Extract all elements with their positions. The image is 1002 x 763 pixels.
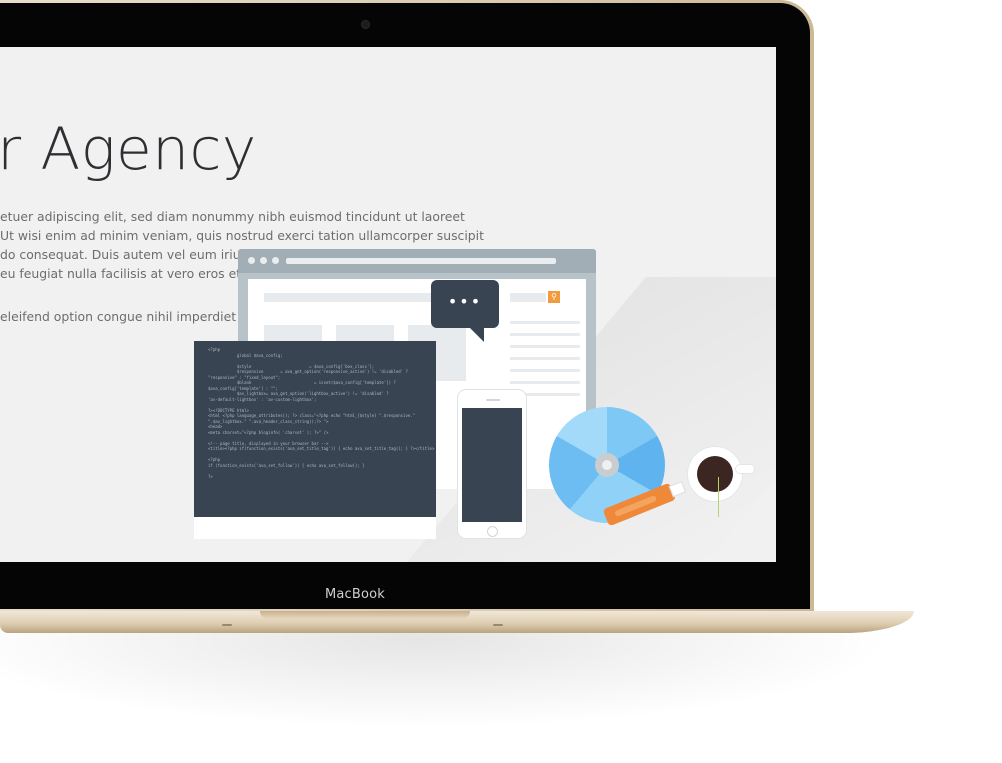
window-dot-icon [260,257,267,264]
hero-illustration: ⚲ <?php global $ava_config; $style = $av… [0,47,776,562]
spoon-icon [718,477,719,517]
window-dot-icon [248,257,255,264]
search-field-graphic [510,293,546,302]
text-line-graphic [510,369,580,372]
phone-home-button [487,526,498,537]
code-editor-graphic: <?php global $ava_config; $style = $ava_… [194,341,436,537]
laptop-foot [222,624,232,626]
smartphone-graphic [457,389,527,539]
text-line-graphic [510,357,580,360]
laptop-notch [260,611,470,619]
webcam-icon [362,21,369,28]
disc-hole [602,460,612,470]
coffee-cup-icon [688,447,754,501]
coffee [697,456,733,492]
monitor-base-graphic [194,517,436,539]
laptop-foot [493,624,503,626]
laptop-screen: ur Agency etuer adipiscing elit, sed dia… [0,47,776,562]
window-dot-icon [272,257,279,264]
browser-url-bar [286,258,556,264]
text-line-graphic [510,333,580,336]
brand-text: MacBook [324,587,386,602]
text-line-graphic [510,381,580,384]
text-line-graphic [510,321,580,324]
phone-screen [462,408,522,522]
ellipsis-icon: ••• [447,292,483,311]
phone-speaker [486,399,500,401]
chat-bubble-tail [470,328,484,342]
chat-bubble-icon: ••• [431,280,499,328]
text-line-graphic [510,345,580,348]
search-icon: ⚲ [548,291,560,303]
cup-handle [736,465,754,473]
brand-label: MacBook [0,587,806,607]
laptop-shadow [0,615,930,735]
